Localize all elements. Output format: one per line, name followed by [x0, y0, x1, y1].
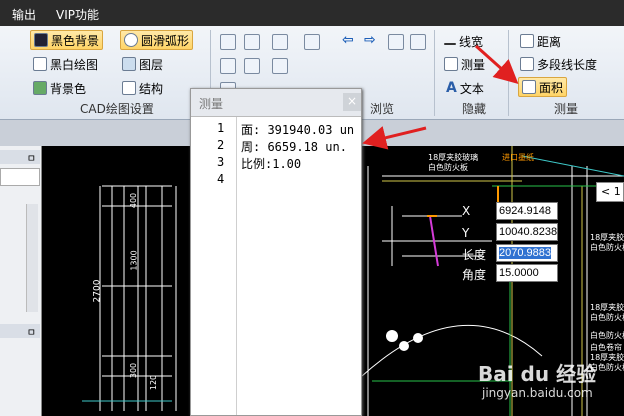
annotation-arrows: [362, 44, 519, 150]
